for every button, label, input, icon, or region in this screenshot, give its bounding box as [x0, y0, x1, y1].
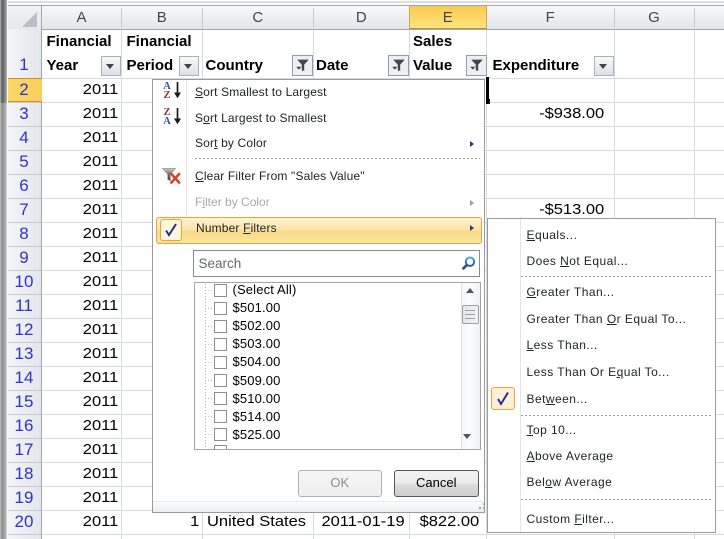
svg-text:Z: Z [163, 90, 170, 99]
svg-text:A: A [163, 116, 171, 125]
